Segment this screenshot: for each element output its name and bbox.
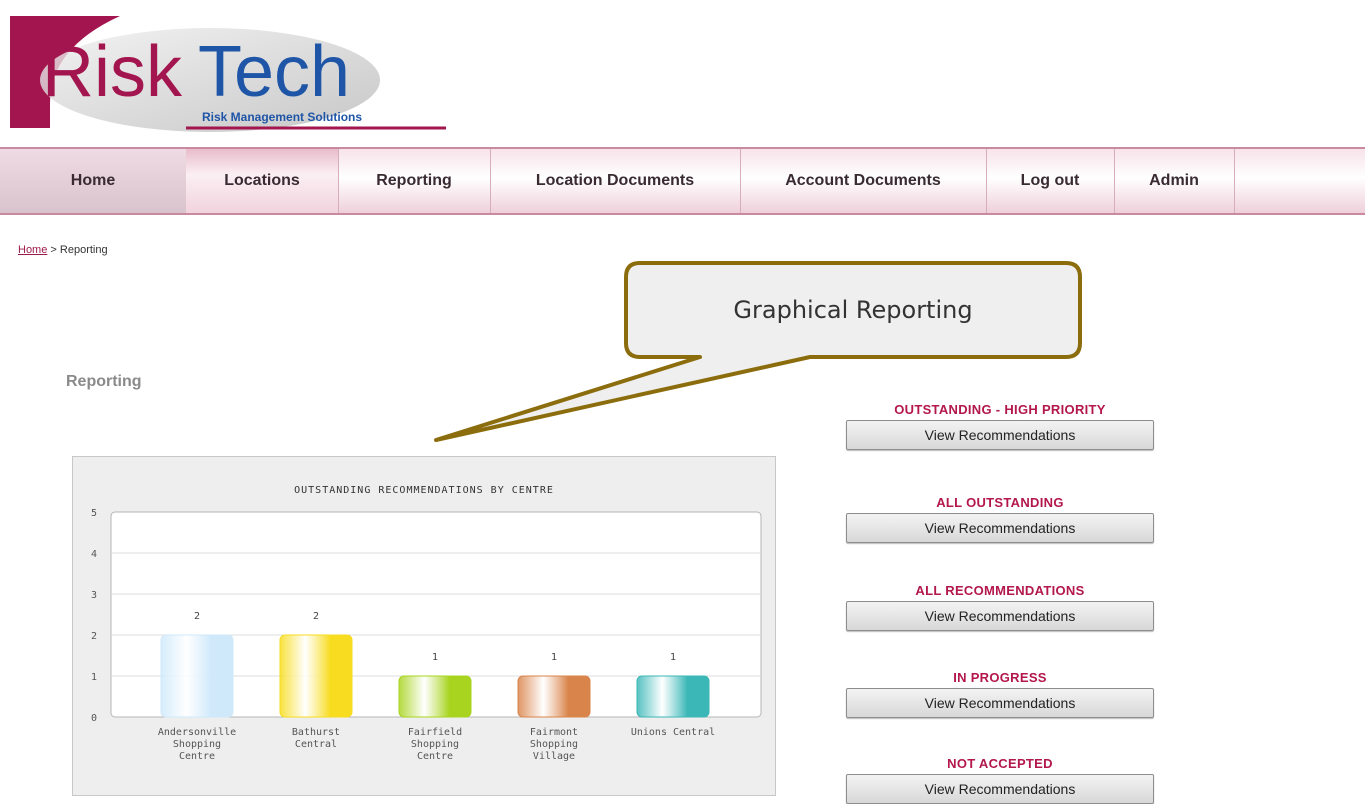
rec-group-in-progress: IN PROGRESS View Recommendations	[846, 670, 1154, 718]
rec-group-all-outstanding: ALL OUTSTANDING View Recommendations	[846, 495, 1154, 543]
x-tick-label: Andersonville	[158, 727, 236, 738]
rec-group-not-accepted: NOT ACCEPTED View Recommendations	[846, 756, 1154, 804]
bar-value-label: 1	[432, 652, 438, 663]
bar	[517, 675, 591, 718]
bar-chart: 0123452AndersonvilleShoppingCentre2Bathu…	[91, 508, 762, 762]
bar-value-label: 1	[551, 652, 557, 663]
rec-group-all-recommendations: ALL RECOMMENDATIONS View Recommendations	[846, 583, 1154, 631]
x-tick-label: Shopping	[530, 739, 578, 750]
rec-label-not-accepted: NOT ACCEPTED	[947, 756, 1053, 771]
logo-tagline: Risk Management Solutions	[202, 110, 362, 124]
risktech-logo: Risk Tech Risk Management Solutions	[10, 8, 450, 133]
view-recommendations-all-button[interactable]: View Recommendations	[846, 601, 1154, 631]
nav-location-documents[interactable]: Location Documents	[490, 149, 741, 213]
chart-panel: OUTSTANDING RECOMMENDATIONS BY CENTRE 01…	[72, 456, 776, 796]
nav-log-out[interactable]: Log out	[986, 149, 1115, 213]
bar	[279, 634, 353, 718]
rec-group-high-priority: OUTSTANDING - HIGH PRIORITY View Recomme…	[846, 402, 1154, 450]
y-tick-label: 0	[91, 713, 97, 724]
y-tick-label: 2	[91, 631, 97, 642]
x-tick-label: Central	[295, 739, 337, 750]
breadcrumb-separator: >	[47, 244, 60, 256]
view-recommendations-high-priority-button[interactable]: View Recommendations	[846, 420, 1154, 450]
x-tick-label: Shopping	[173, 739, 221, 750]
breadcrumb: Home > Reporting	[18, 244, 108, 256]
x-tick-label: Fairfield	[408, 727, 462, 738]
view-recommendations-not-accepted-button[interactable]: View Recommendations	[846, 774, 1154, 804]
callout-text: Graphical Reporting	[733, 296, 973, 324]
y-tick-label: 4	[91, 549, 97, 560]
rec-label-in-progress: IN PROGRESS	[953, 670, 1047, 685]
view-recommendations-in-progress-button[interactable]: View Recommendations	[846, 688, 1154, 718]
bar-value-label: 2	[313, 611, 319, 622]
bar-value-label: 2	[194, 611, 200, 622]
nav-locations[interactable]: Locations	[186, 149, 339, 213]
view-recommendations-all-outstanding-button[interactable]: View Recommendations	[846, 513, 1154, 543]
breadcrumb-current: Reporting	[59, 244, 108, 256]
bar	[160, 634, 234, 718]
x-tick-label: Centre	[179, 751, 215, 762]
y-tick-label: 1	[91, 672, 97, 683]
breadcrumb-home-link[interactable]: Home	[18, 244, 47, 256]
x-tick-label: Shopping	[411, 739, 459, 750]
rec-label-all-outstanding: ALL OUTSTANDING	[936, 495, 1064, 510]
x-tick-label: Unions Central	[631, 727, 715, 738]
x-tick-label: Fairmont	[530, 727, 578, 738]
x-tick-label: Centre	[417, 751, 453, 762]
rec-label-high-priority: OUTSTANDING - HIGH PRIORITY	[894, 402, 1106, 417]
logo-wordmark-risk: Risk	[42, 32, 183, 112]
rec-label-all-recommendations: ALL RECOMMENDATIONS	[915, 583, 1085, 598]
bar	[636, 675, 710, 718]
nav-reporting[interactable]: Reporting	[338, 149, 491, 213]
y-tick-label: 3	[91, 590, 97, 601]
main-nav: Home Locations Reporting Location Docume…	[0, 147, 1365, 215]
y-tick-label: 5	[91, 508, 97, 519]
bar	[398, 675, 472, 718]
page-title: Reporting	[66, 373, 142, 390]
logo-wordmark-tech: Tech	[198, 32, 350, 112]
x-tick-label: Village	[533, 751, 575, 762]
nav-admin[interactable]: Admin	[1114, 149, 1235, 213]
bar-value-label: 1	[670, 652, 676, 663]
nav-home[interactable]: Home	[0, 149, 187, 213]
x-tick-label: Bathurst	[292, 727, 340, 738]
nav-account-documents[interactable]: Account Documents	[740, 149, 987, 213]
